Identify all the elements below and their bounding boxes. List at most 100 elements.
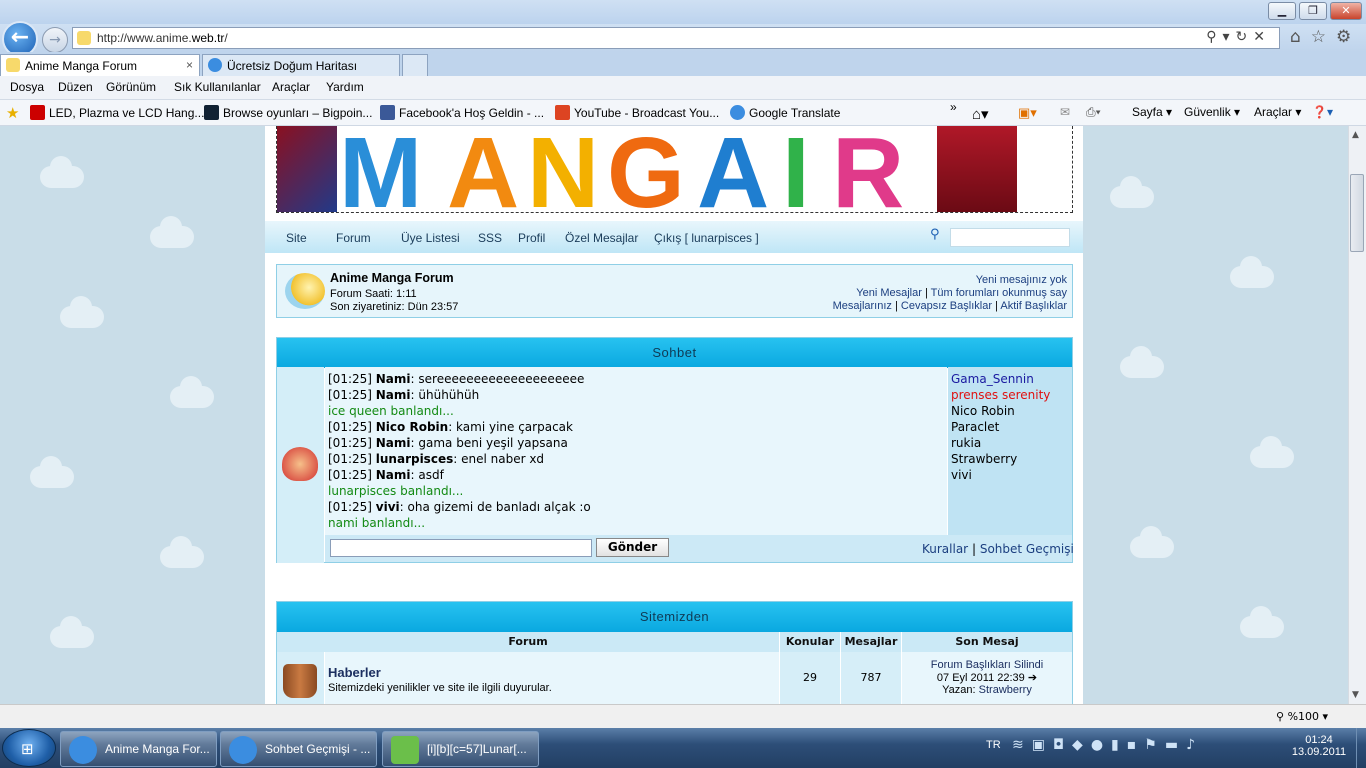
windows-logo-icon: ⊞ [21,740,34,758]
favorites-star-icon[interactable]: ☆ [1311,27,1336,47]
site-banner[interactable]: M A N G A I R [276,126,1073,213]
nav-cikis[interactable]: Çıkış [ lunarpisces ] [654,231,759,245]
favorites-overflow-icon[interactable]: » [950,100,957,114]
active-topics-link[interactable]: Aktif Başlıklar [1000,300,1067,312]
taskbar-anime-manga[interactable]: Anime Manga For... [60,731,217,767]
last-post-author[interactable]: Strawberry [979,684,1032,696]
chat-username[interactable]: Nami [376,468,411,482]
scroll-up-icon[interactable]: ▲ [1352,130,1359,140]
chat-username[interactable]: vivi [376,500,400,514]
menu-sik-kullanilanlar[interactable]: Sık Kullanılanlar [174,80,261,94]
tray-app-icon[interactable]: ◆ [1072,737,1091,753]
new-tab-button[interactable] [402,54,428,76]
print-icon[interactable]: ⎙▾ [1086,105,1101,120]
forum-haberler-link[interactable]: Haberler [328,665,381,680]
chat-user[interactable]: rukia [951,435,1050,451]
tray-app-icon[interactable]: ● [1091,737,1111,753]
chat-username[interactable]: Nico Robin [376,420,448,434]
menu-dosya[interactable]: Dosya [10,80,44,94]
address-bar[interactable]: http://www.anime.web.tr/ ⚲▾↻✕ [72,27,1280,49]
url-text[interactable]: http://www.anime.web.tr/ [97,31,228,45]
no-new-messages-link[interactable]: Yeni mesajınız yok [976,274,1067,286]
fav-led-plazma[interactable]: LED, Plazma ve LCD Hang... [30,105,204,120]
fav-facebook[interactable]: Facebook'a Hoş Geldin - ... [380,105,544,120]
tray-app-icon[interactable]: ▪ [1127,737,1145,753]
new-messages-link[interactable]: Yeni Mesajlar [856,287,922,299]
command-label: Sayfa [1132,105,1163,119]
refresh-icon[interactable]: ↻ [1236,29,1254,45]
stop-icon[interactable]: ✕ [1253,29,1271,45]
language-indicator[interactable]: TR [986,739,1001,751]
minimize-button[interactable]: ▁ [1268,2,1296,20]
chat-user[interactable]: prenses serenity [951,387,1050,403]
command-guvenlik[interactable]: Güvenlik ▾ [1184,105,1240,119]
forward-button[interactable]: → [42,27,68,53]
fav-youtube[interactable]: YouTube - Broadcast You... [555,105,719,120]
chat-user[interactable]: Nico Robin [951,403,1050,419]
chat-username[interactable]: Nami [376,436,411,450]
gear-icon[interactable]: ⚙ [1336,27,1361,47]
tray-app-icon[interactable]: ▬ [1165,737,1186,753]
maximize-button[interactable]: ❐ [1299,2,1327,20]
chat-user[interactable]: Paraclet [951,419,1050,435]
close-tab-icon[interactable]: × [186,58,193,72]
flag-icon[interactable]: ⚑ [1144,737,1165,753]
signal-icon[interactable]: ▮ [1111,737,1127,753]
chat-username[interactable]: Nami [376,372,411,386]
fav-bigpoint[interactable]: Browse oyunları – Bigpoin... [204,105,372,120]
site-search-input[interactable] [950,228,1070,247]
chat-user[interactable]: Strawberry [951,451,1050,467]
mail-icon[interactable]: ✉ [1060,105,1070,119]
tray-app-icon[interactable]: ◘ [1053,737,1072,753]
nav-uye-listesi[interactable]: Üye Listesi [401,231,460,245]
chat-history-link[interactable]: Sohbet Geçmişi [980,542,1074,556]
nav-ozel-mesajlar[interactable]: Özel Mesajlar [565,231,638,245]
chat-username[interactable]: lunarpisces [376,452,453,466]
fav-google-translate[interactable]: Google Translate [730,105,840,120]
tab-dogum-haritasi[interactable]: Ücretsiz Doğum Haritası [202,54,400,76]
rules-link[interactable]: Kurallar [922,542,968,556]
send-button[interactable]: Gönder [596,538,669,557]
rss-icon[interactable]: ▣▾ [1018,105,1037,121]
nav-sss[interactable]: SSS [478,231,502,245]
nav-site[interactable]: Site [286,231,307,245]
search-icon[interactable]: ⚲ [1206,29,1222,45]
chat-username[interactable]: Nami [376,388,411,402]
taskbar-lunar-chat[interactable]: [i][b][c=57]Lunar[... [382,731,539,767]
taskbar-sohbet-gecmisi[interactable]: Sohbet Geçmişi - ... [220,731,377,767]
tray-app-icon[interactable]: ▣ [1032,737,1053,753]
chat-message-text: : ühühühüh [410,388,480,402]
favorites-star-icon[interactable]: ★ [6,104,19,122]
clock[interactable]: 01:24 13.09.2011 [1284,734,1354,758]
your-posts-link[interactable]: Mesajlarınız [833,300,892,312]
volume-icon[interactable]: ♪ [1186,737,1203,753]
menu-duzen[interactable]: Düzen [58,80,93,94]
nav-forum[interactable]: Forum [336,231,371,245]
home-icon[interactable]: ⌂ [1290,27,1311,47]
show-desktop-button[interactable] [1356,728,1366,768]
mark-forums-read-link[interactable]: Tüm forumları okunmuş say [931,287,1067,299]
chat-user[interactable]: Gama_Sennin [951,371,1050,387]
network-icon[interactable]: ≋ [1012,737,1032,753]
help-icon[interactable]: ❓▾ [1312,105,1333,119]
unanswered-link[interactable]: Cevapsız Başlıklar [901,300,992,312]
close-window-button[interactable]: ✕ [1330,2,1362,20]
menu-gorunum[interactable]: Görünüm [106,80,156,94]
command-araclar[interactable]: Araçlar ▾ [1254,105,1301,119]
go-to-post-icon[interactable]: ➔ [1028,672,1037,684]
chat-user[interactable]: vivi [951,467,1050,483]
tab-anime-manga-forum[interactable]: Anime Manga Forum × [0,54,200,76]
chat-message-input[interactable] [330,539,592,557]
dropdown-icon[interactable]: ▾ [1223,29,1236,45]
command-sayfa[interactable]: Sayfa ▾ [1132,105,1172,119]
nav-profil[interactable]: Profil [518,231,545,245]
zoom-control[interactable]: ⚲ %100 ▾ [1276,710,1328,723]
last-post-title[interactable]: Forum Başlıkları Silindi [902,659,1072,671]
search-icon[interactable]: ⚲ [930,227,940,242]
scrollbar-thumb[interactable] [1350,174,1364,252]
scroll-down-icon[interactable]: ▼ [1352,690,1359,700]
menu-yardim[interactable]: Yardım [326,80,364,94]
menu-araclar[interactable]: Araçlar [272,80,310,94]
start-button[interactable]: ⊞ [2,729,56,767]
home-icon[interactable]: ⌂▾ [972,105,989,123]
